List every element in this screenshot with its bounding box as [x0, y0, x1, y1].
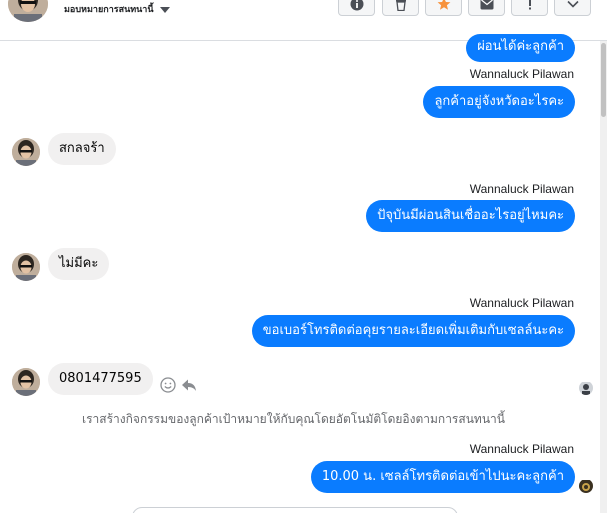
info-button[interactable] [338, 0, 375, 16]
scrollbar-thumb[interactable] [601, 43, 606, 117]
contact-avatar [12, 138, 40, 166]
contact-avatar [12, 368, 40, 396]
contact-avatar [12, 253, 40, 281]
delete-button[interactable] [382, 0, 419, 16]
sender-name: Wannaluck Pilawan [469, 296, 574, 310]
message-bubble-incoming[interactable]: ไม่มีคะ [48, 248, 110, 280]
message-bubble-incoming[interactable]: สกลจร้า [48, 133, 116, 165]
email-button[interactable] [468, 0, 505, 16]
message-bubble-outgoing[interactable]: ขอเบอร์โทรติดต่อคุยรายละเอียดเพิ่มเติมกั… [251, 315, 575, 347]
message-bubble-outgoing[interactable]: 10.00 น. เซลล์โทรติดต่อเข้าไปนะคะลูกค้า [310, 461, 575, 493]
info-icon [350, 0, 363, 11]
message-bubble-outgoing[interactable]: ปัจุบันมีผ่อนสินเชื่ออะไรอยู่ไหมคะ [366, 200, 575, 232]
seen-avatar [579, 479, 593, 493]
message-bubble-outgoing[interactable]: ลูกค้าอยู่จังหวัดอะไรคะ [423, 86, 575, 118]
seen-avatar [579, 381, 593, 395]
contact-avatar[interactable] [8, 0, 48, 22]
check-icon [566, 0, 579, 8]
done-button[interactable] [554, 0, 591, 16]
sender-name: Wannaluck Pilawan [469, 442, 574, 456]
message-bubble-incoming[interactable]: 0801477595 [48, 363, 153, 395]
envelope-icon [480, 0, 493, 10]
message-scrollbar[interactable] [600, 41, 607, 513]
sender-name: Wannaluck Pilawan [469, 67, 574, 81]
assign-conversation-dropdown[interactable]: มอบหมายการสนทนานี้ [64, 2, 170, 16]
message-bubble-outgoing[interactable]: ผ่อนได้ค่ะลูกค้า [466, 34, 575, 62]
react-emoji-icon[interactable] [160, 377, 176, 397]
caret-down-icon [159, 6, 170, 13]
exclamation-icon [528, 0, 531, 10]
sender-name: Wannaluck Pilawan [469, 182, 574, 196]
assign-label: มอบหมายการสนทนานี้ [64, 5, 154, 15]
system-note: เราสร้างกิจกรรมของลูกค้าเป้าหมายให้กับคุ… [82, 412, 505, 426]
reply-icon[interactable] [181, 377, 197, 397]
message-composer[interactable] [132, 507, 458, 513]
trash-icon [395, 0, 406, 11]
flag-button[interactable] [511, 0, 548, 16]
star-icon [437, 0, 450, 10]
star-button[interactable] [425, 0, 462, 16]
